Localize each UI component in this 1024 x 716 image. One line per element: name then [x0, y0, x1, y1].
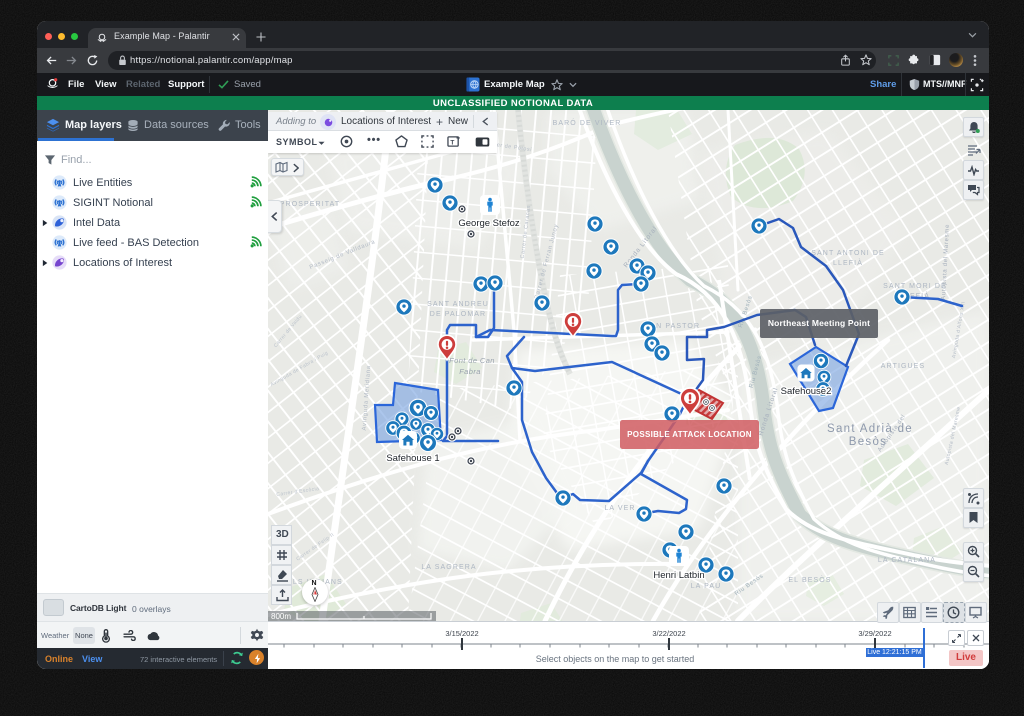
svg-text:SANT MORI DE: SANT MORI DE	[883, 283, 947, 290]
svg-text:ARTIGUES: ARTIGUES	[881, 363, 925, 370]
svg-text:Carrer de Ferran Junoy: Carrer de Ferran Junoy	[534, 223, 560, 300]
svg-text:Carrer de Felip II: Carrer de Felip II	[295, 532, 335, 563]
svg-text:EL BESÒS: EL BESÒS	[788, 575, 831, 584]
svg-text:BARÓ DE VIVER: BARÓ DE VIVER	[553, 118, 622, 127]
svg-text:LA VER: LA VER	[604, 505, 635, 512]
svg-text:Ronda Litoral: Ronda Litoral	[757, 387, 779, 437]
svg-text:Safehouse 1: Safehouse 1	[386, 453, 439, 464]
svg-text:LA CATALANA: LA CATALANA	[878, 557, 936, 564]
svg-text:LLEFIÀ: LLEFIÀ	[833, 258, 863, 267]
svg-text:Passeig de Valldaura: Passeig de Valldaura	[309, 239, 376, 271]
svg-text:Avinguda Meridiana: Avinguda Meridiana	[362, 365, 373, 431]
svg-text:Autopista del Maresme: Autopista del Maresme	[944, 406, 962, 465]
svg-text:George Stefoz: George Stefoz	[458, 218, 520, 229]
svg-text:Safehouse2: Safehouse2	[781, 386, 832, 397]
svg-text:Avinguda de Fabra i Puig: Avinguda de Fabra i Puig	[270, 350, 330, 388]
svg-text:PROSPERITAT: PROSPERITAT	[280, 201, 340, 208]
svg-text:Carrer de Caracas: Carrer de Caracas	[520, 205, 533, 259]
svg-text:DE PALOMAR: DE PALOMAR	[430, 311, 486, 318]
svg-text:Henri Latbin: Henri Latbin	[653, 570, 704, 581]
svg-text:Riu Besòs: Riu Besòs	[738, 295, 754, 329]
svg-text:SANT ANTONI DE: SANT ANTONI DE	[811, 250, 885, 257]
svg-text:Avinguda d'Alfons XIII: Avinguda d'Alfons XIII	[951, 301, 967, 359]
svg-text:SANT ANDREU: SANT ANDREU	[427, 301, 489, 308]
svg-text:Riu Besòs: Riu Besòs	[749, 355, 764, 389]
svg-text:Font de Can: Font de Can	[449, 356, 495, 365]
svg-text:Carrer de Valdu: Carrer de Valdu	[273, 314, 304, 349]
svg-text:Riu Besòs: Riu Besòs	[734, 573, 765, 597]
svg-text:LA SAGRERA: LA SAGRERA	[421, 564, 476, 571]
svg-text:Autopista del Maresme: Autopista del Maresme	[941, 224, 951, 300]
svg-text:LA PAU: LA PAU	[691, 583, 722, 590]
svg-text:Carrer d'Escòcia: Carrer d'Escòcia	[276, 486, 320, 498]
svg-text:T: T	[450, 139, 454, 146]
svg-text:Fabra: Fabra	[459, 367, 481, 376]
